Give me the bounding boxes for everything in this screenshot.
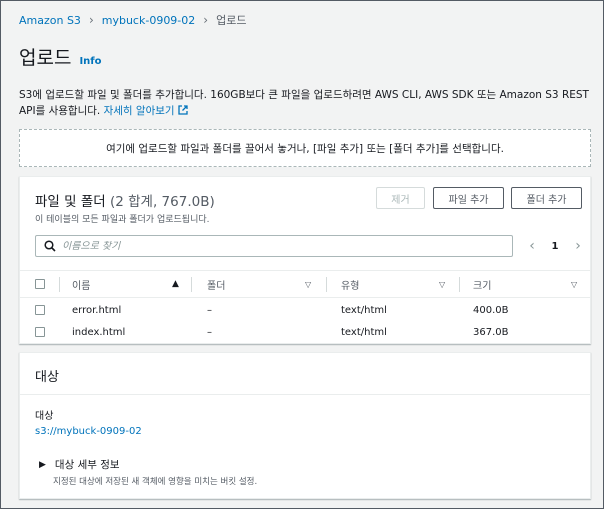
search-icon (44, 240, 56, 252)
chevron-right-icon: › (88, 13, 94, 27)
breadcrumb-bucket[interactable]: mybuck-0909-02 (102, 14, 196, 27)
destination-details-label: 대상 세부 정보 (54, 459, 120, 471)
select-all-cell (35, 271, 45, 297)
current-page[interactable]: 1 (552, 241, 559, 252)
files-count: (2 합계, 767.0B) (109, 194, 215, 210)
cell-size: 400.0B (473, 304, 509, 316)
row-select-cell (35, 321, 45, 343)
select-all-checkbox[interactable] (35, 279, 45, 289)
files-panel-title-text: 파일 및 폴더 (35, 194, 106, 210)
column-header-folder[interactable]: 폴더 ▽ (207, 271, 317, 297)
column-header-size[interactable]: 크기 ▽ (473, 271, 583, 297)
row-checkbox[interactable] (35, 327, 45, 337)
next-page-icon[interactable]: › (571, 238, 585, 254)
learn-more-link[interactable]: 자세히 알아보기 (104, 105, 188, 117)
destination-link[interactable]: s3://mybuck-0909-02 (35, 426, 142, 437)
destination-details-description: 지정된 대상에 저장된 새 객체에 영향을 미치는 버킷 설정. (53, 477, 258, 487)
breadcrumb: Amazon S3 › mybuck-0909-02 › 업로드 (19, 12, 246, 28)
column-size-label: 크기 (473, 280, 492, 292)
column-header-type[interactable]: 유형 ▽ (341, 271, 451, 297)
sort-ascending-icon: ▲ (172, 279, 179, 289)
column-divider (191, 277, 192, 292)
files-folders-panel: 파일 및 폴더 (2 합계, 767.0B) 이 테이블의 모든 파일과 폴더가… (19, 176, 591, 344)
table-row[interactable]: index.html – text/html 367.0B (20, 321, 590, 343)
pagination: ‹ 1 › (525, 235, 585, 257)
row-checkbox[interactable] (35, 305, 45, 315)
table-header: 이름 ▲ 폴더 ▽ 유형 ▽ 크기 ▽ (20, 270, 590, 298)
column-type-label: 유형 (341, 280, 360, 292)
external-link-icon (177, 105, 188, 115)
caret-right-icon: ▶ (39, 459, 46, 470)
page-title: 업로드 (19, 47, 72, 69)
chevron-right-icon: › (203, 13, 209, 27)
destination-title: 대상 (35, 370, 59, 385)
column-divider (59, 277, 60, 292)
destination-panel: 대상 대상 s3://mybuck-0909-02 ▶ 대상 세부 정보 지정된… (19, 352, 591, 499)
page-description: S3에 업로드할 파일 및 폴더를 추가합니다. 160GB보다 큰 파일을 업… (19, 87, 599, 119)
remove-button[interactable]: 제거 (376, 187, 425, 209)
prev-page-icon[interactable]: ‹ (525, 238, 539, 254)
cell-folder: – (207, 304, 212, 316)
search-input[interactable] (62, 240, 502, 252)
destination-label: 대상 (35, 411, 54, 422)
add-folder-button[interactable]: 폴더 추가 (511, 187, 582, 209)
sort-icon: ▽ (571, 279, 578, 289)
cell-name: index.html (72, 326, 126, 338)
column-name-label: 이름 (72, 280, 91, 292)
cell-type: text/html (341, 326, 387, 338)
breadcrumb-current: 업로드 (216, 14, 247, 27)
cell-name: error.html (72, 304, 122, 316)
destination-header: 대상 (20, 353, 590, 395)
cell-size: 367.0B (473, 326, 509, 338)
learn-more-label: 자세히 알아보기 (103, 105, 175, 117)
sort-icon: ▽ (305, 279, 312, 289)
drop-zone[interactable]: 여기에 업로드할 파일과 폴더를 끌어서 놓거나, [파일 추가] 또는 [폴더… (19, 129, 591, 167)
files-panel-subtitle: 이 테이블의 모든 파일과 폴더가 업로드됩니다. (35, 215, 210, 225)
drop-zone-text: 여기에 업로드할 파일과 폴더를 끌어서 놓거나, [파일 추가] 또는 [폴더… (106, 142, 504, 155)
table-row[interactable]: error.html – text/html 400.0B (20, 299, 590, 321)
breadcrumb-s3[interactable]: Amazon S3 (19, 14, 81, 27)
cell-folder: – (207, 326, 212, 338)
row-select-cell (35, 299, 45, 321)
upload-page: Amazon S3 › mybuck-0909-02 › 업로드 업로드 Inf… (0, 0, 604, 509)
info-link[interactable]: Info (79, 56, 101, 67)
cell-type: text/html (341, 304, 387, 316)
column-divider (459, 277, 460, 292)
column-header-name[interactable]: 이름 ▲ (72, 271, 192, 297)
column-folder-label: 폴더 (207, 280, 226, 292)
page-header: 업로드 Info (19, 43, 102, 70)
column-divider (326, 277, 327, 292)
add-files-button[interactable]: 파일 추가 (433, 187, 504, 209)
files-panel-title: 파일 및 폴더 (2 합계, 767.0B) (35, 190, 215, 210)
search-box (35, 235, 513, 257)
sort-icon: ▽ (439, 279, 446, 289)
destination-details-toggle[interactable]: ▶ 대상 세부 정보 (39, 457, 120, 472)
